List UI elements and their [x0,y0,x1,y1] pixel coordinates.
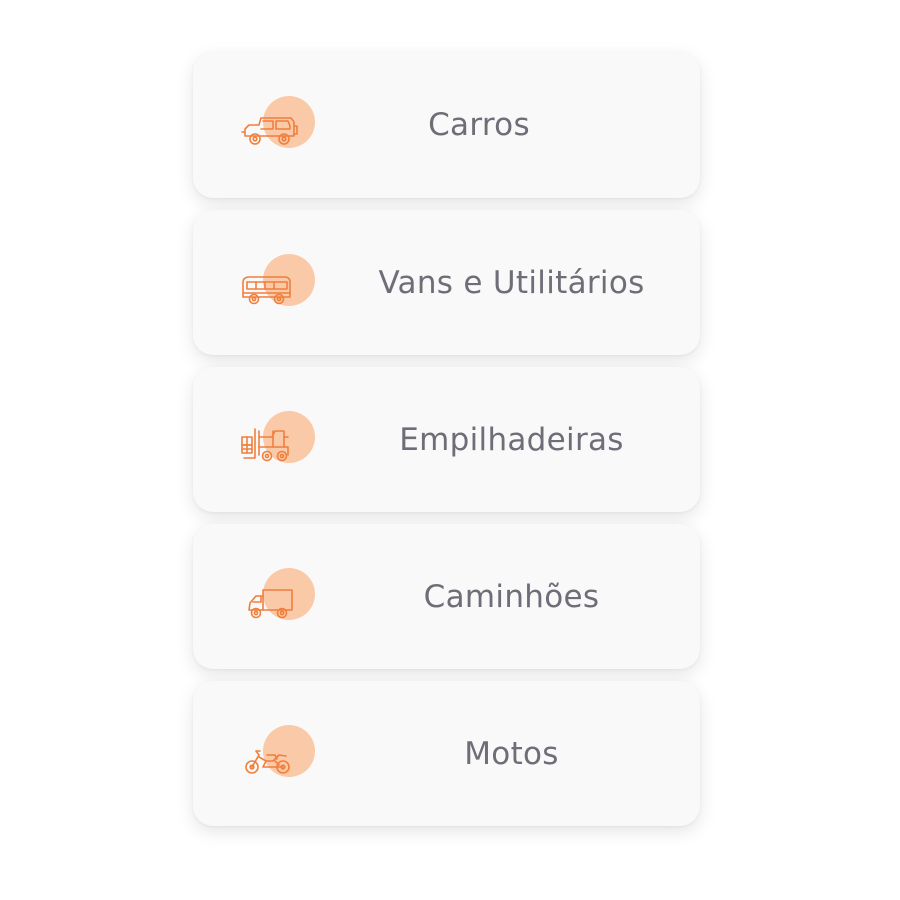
category-label: Carros [428,107,530,143]
category-label: Vans e Utilitários [378,264,645,301]
category-card-motos[interactable]: Motos [193,681,700,826]
category-label: Caminhões [423,578,600,615]
forklift-icon [239,411,321,471]
category-card-vans-e-utilitarios[interactable]: Vans e Utilitários [193,210,700,355]
motorcycle-icon [239,725,321,785]
category-label: Motos [464,735,559,772]
vehicle-category-list: Carros Vans e Utilitários Empilhadeiras … [193,52,700,826]
category-card-caminhoes[interactable]: Caminhões [193,524,700,669]
category-card-empilhadeiras[interactable]: Empilhadeiras [193,367,700,512]
truck-icon [239,568,321,628]
van-icon [239,254,321,314]
category-card-carros[interactable]: Carros [193,52,700,198]
category-label: Empilhadeiras [399,421,624,458]
